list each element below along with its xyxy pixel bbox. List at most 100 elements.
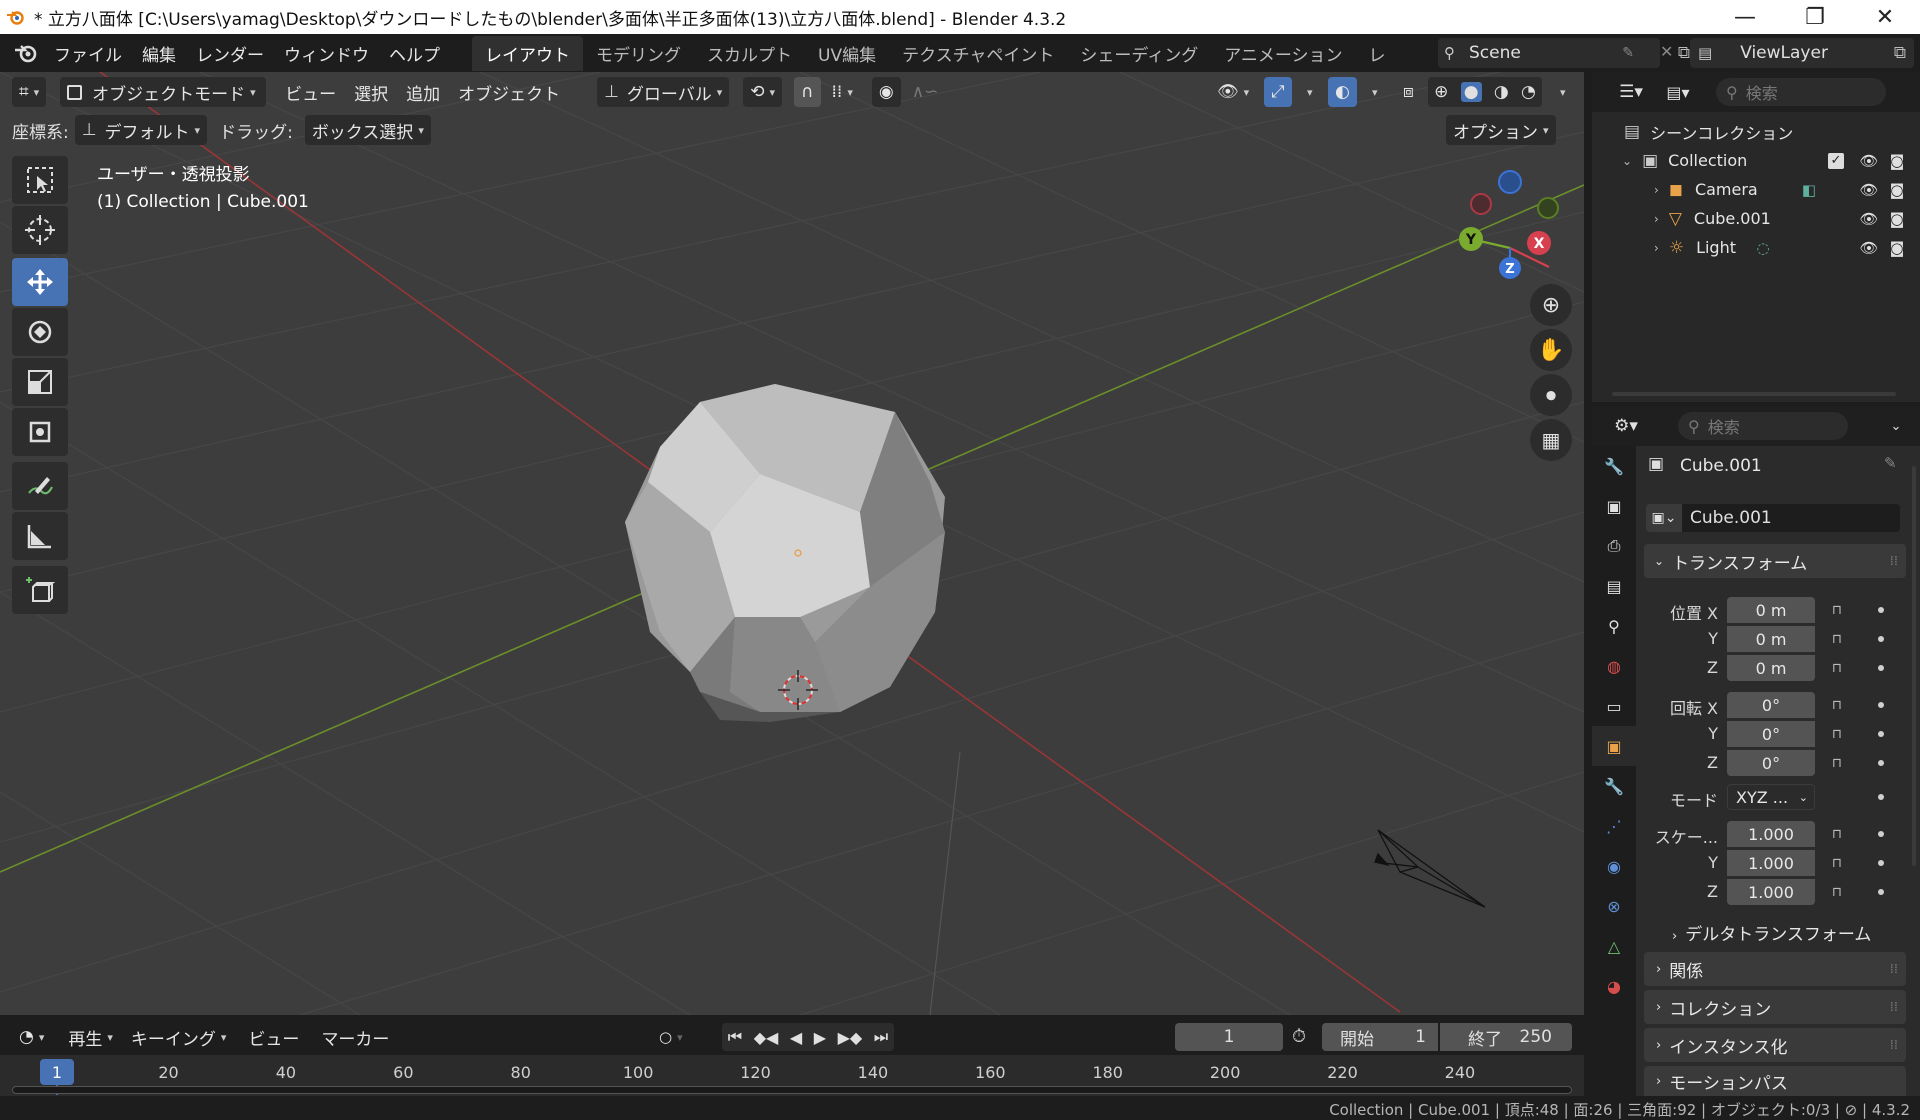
expand-chevron-icon[interactable]: › (1654, 212, 1659, 226)
visibility-eye-icon[interactable]: 👁 (1858, 237, 1880, 259)
rotation-y-field[interactable]: 0° (1727, 721, 1815, 747)
timeline-editor-type[interactable]: ◔ ▾ (12, 1022, 51, 1052)
keyframe-dot[interactable] (1878, 636, 1884, 642)
rendered-shading-icon[interactable]: ◔ (1521, 82, 1536, 102)
collection-row[interactable]: ⌄ ▣ Collection ✓ 👁 ◙ (1592, 146, 1920, 175)
3d-viewport[interactable]: Y X Z ⌗ ▾ オブジェクトモード ▾ ビュー 選択 追加 オブジェクト ⊥ グ… (0, 72, 1584, 1015)
drag-handle-icon[interactable]: ⁞⁞ (1890, 1000, 1898, 1015)
view-layer-tab[interactable]: ▤ (1592, 566, 1636, 606)
falloff-selector[interactable]: ∧∽ (905, 77, 946, 107)
prev-keyframe-icon[interactable]: ◆◀ (754, 1028, 779, 1047)
maximize-button[interactable]: ❐ (1780, 0, 1850, 34)
pin-icon[interactable]: ✎ (1884, 454, 1897, 472)
snap-toggle[interactable]: ∩ (794, 77, 821, 107)
visibility-selector[interactable]: 👁 ▾ (1210, 77, 1256, 107)
collection-tab[interactable]: ▭ (1592, 686, 1636, 726)
instancing-section-header[interactable]: › インスタンス化 ⁞⁞ (1644, 1028, 1906, 1062)
viewport-menu-add[interactable]: 追加 (399, 77, 447, 107)
overlay-toggle[interactable]: ◐ (1328, 77, 1357, 107)
timeline-view-menu[interactable]: ビュー (241, 1022, 306, 1052)
particles-tab[interactable]: ⋰ (1592, 806, 1636, 846)
cursor-tool[interactable] (12, 206, 68, 254)
pivot-selector[interactable]: ⟲ ▾ (743, 77, 783, 107)
physics-tab[interactable]: ◉ (1592, 846, 1636, 886)
xray-toggle[interactable]: ⧈ (1396, 77, 1421, 107)
properties-scrollbar[interactable] (1912, 466, 1916, 866)
render-camera-icon[interactable]: ◙ (1886, 208, 1908, 230)
keyframe-dot[interactable] (1878, 794, 1884, 800)
marker-menu[interactable]: マーカー (314, 1022, 396, 1052)
keyframe-dot[interactable] (1878, 889, 1884, 895)
scale-z-field[interactable]: 1.000 (1727, 879, 1815, 905)
new-scene-icon[interactable]: ⧉ (1678, 43, 1690, 63)
minimize-button[interactable]: — (1710, 0, 1780, 34)
light-data-icon[interactable]: ◌ (1752, 237, 1774, 259)
keyframe-dot[interactable] (1878, 702, 1884, 708)
lock-icon[interactable]: ⊓ (1827, 724, 1847, 744)
scene-tab[interactable]: ⚲ (1592, 606, 1636, 646)
ortho-toggle-button[interactable]: ▦ (1530, 419, 1572, 461)
mode-selector[interactable]: オブジェクトモード ▾ (60, 77, 267, 107)
scene-collection-row[interactable]: ▤ シーンコレクション (1592, 117, 1920, 146)
tab-shading[interactable]: シェーディング (1067, 36, 1211, 71)
viewport-menu-view[interactable]: ビュー (278, 77, 343, 107)
add-cube-tool[interactable] (12, 566, 68, 614)
lock-icon[interactable]: ⊓ (1827, 629, 1847, 649)
proportional-edit-toggle[interactable]: ◉ (871, 77, 901, 107)
jump-start-icon[interactable]: ⏮ (728, 1027, 742, 1047)
material-tab[interactable]: ◕ (1592, 966, 1636, 1006)
keying-menu[interactable]: キーイング ▾ (124, 1022, 234, 1052)
wireframe-shading-icon[interactable]: ⊕ (1434, 82, 1448, 102)
visibility-eye-icon[interactable]: 👁 (1858, 150, 1880, 172)
scale-y-field[interactable]: 1.000 (1727, 850, 1815, 876)
pin-icon[interactable]: ✎ (1622, 45, 1634, 61)
expand-chevron-icon[interactable]: › (1654, 241, 1659, 255)
outliner-search-field[interactable]: ⚲ 検索 (1716, 78, 1886, 106)
outliner-item-cube[interactable]: › ▽ Cube.001 👁 ◙ (1592, 204, 1920, 233)
gizmo-dropdown[interactable]: ▾ (1295, 77, 1320, 107)
properties-options-dropdown[interactable]: ⌄ (1882, 412, 1910, 440)
render-camera-icon[interactable]: ◙ (1886, 150, 1908, 172)
outliner-item-camera[interactable]: › ◼ Camera ◧ 👁 ◙ (1592, 175, 1920, 204)
next-keyframe-icon[interactable]: ▶◆ (838, 1028, 863, 1047)
relations-section-header[interactable]: › 関係 ⁞⁞ (1644, 952, 1906, 986)
properties-editor-type-icon[interactable]: ⚙▾ (1606, 412, 1646, 440)
collapse-chevron-icon[interactable]: ⌄ (1622, 154, 1632, 168)
keyframe-dot[interactable] (1878, 665, 1884, 671)
outliner-editor-type-icon[interactable]: ☰▾ (1612, 78, 1650, 106)
drag-selector[interactable]: ボックス選択 ▾ (304, 115, 431, 145)
viewport-menu-select[interactable]: 選択 (347, 77, 395, 107)
render-tab[interactable]: ▣ (1592, 486, 1636, 526)
play-reverse-icon[interactable]: ◀ (790, 1028, 802, 1047)
tool-tab[interactable]: 🔧 (1592, 446, 1636, 486)
keyframe-dot[interactable] (1878, 760, 1884, 766)
close-button[interactable]: ✕ (1850, 0, 1920, 34)
start-frame-field[interactable]: 開始 1 (1322, 1023, 1438, 1051)
end-frame-field[interactable]: 終了 250 (1440, 1023, 1572, 1051)
drag-handle-icon[interactable]: ⁞⁞ (1890, 962, 1898, 977)
navigation-gizmo[interactable]: Y X Z (1459, 170, 1559, 279)
select-box-tool[interactable] (12, 156, 68, 204)
menu-edit[interactable]: 編集 (132, 41, 186, 66)
rotate-tool[interactable] (12, 308, 68, 356)
coord-system-selector[interactable]: ⊥ デフォルト ▾ (74, 115, 208, 145)
output-tab[interactable]: ⎙ (1592, 526, 1636, 566)
data-tab[interactable]: △ (1592, 926, 1636, 966)
display-mode-icon[interactable]: ▤▾ (1658, 78, 1698, 106)
object-type-dropdown[interactable]: ▣⌄ (1646, 504, 1682, 532)
snap-target-selector[interactable]: ⁞⁞ ▾ (825, 77, 860, 107)
drag-handle-icon[interactable]: ⁞⁞ (1890, 554, 1898, 569)
object-tab[interactable]: ▣ (1592, 726, 1636, 766)
expand-chevron-icon[interactable]: › (1654, 183, 1659, 197)
jump-end-icon[interactable]: ⏭ (874, 1027, 888, 1047)
object-name-field[interactable]: Cube.001 (1682, 504, 1900, 532)
tab-rendering[interactable]: レ (1356, 36, 1390, 71)
keyframe-dot[interactable] (1878, 731, 1884, 737)
menu-window[interactable]: ウィンドウ (274, 41, 379, 66)
keyframe-dot[interactable] (1878, 831, 1884, 837)
truncated-octahedron-mesh[interactable] (625, 384, 945, 722)
visibility-eye-icon[interactable]: 👁 (1858, 208, 1880, 230)
lock-icon[interactable]: ⊓ (1827, 882, 1847, 902)
tab-uv-editing[interactable]: UV編集 (805, 36, 889, 71)
material-shading-icon[interactable]: ◑ (1494, 82, 1509, 102)
